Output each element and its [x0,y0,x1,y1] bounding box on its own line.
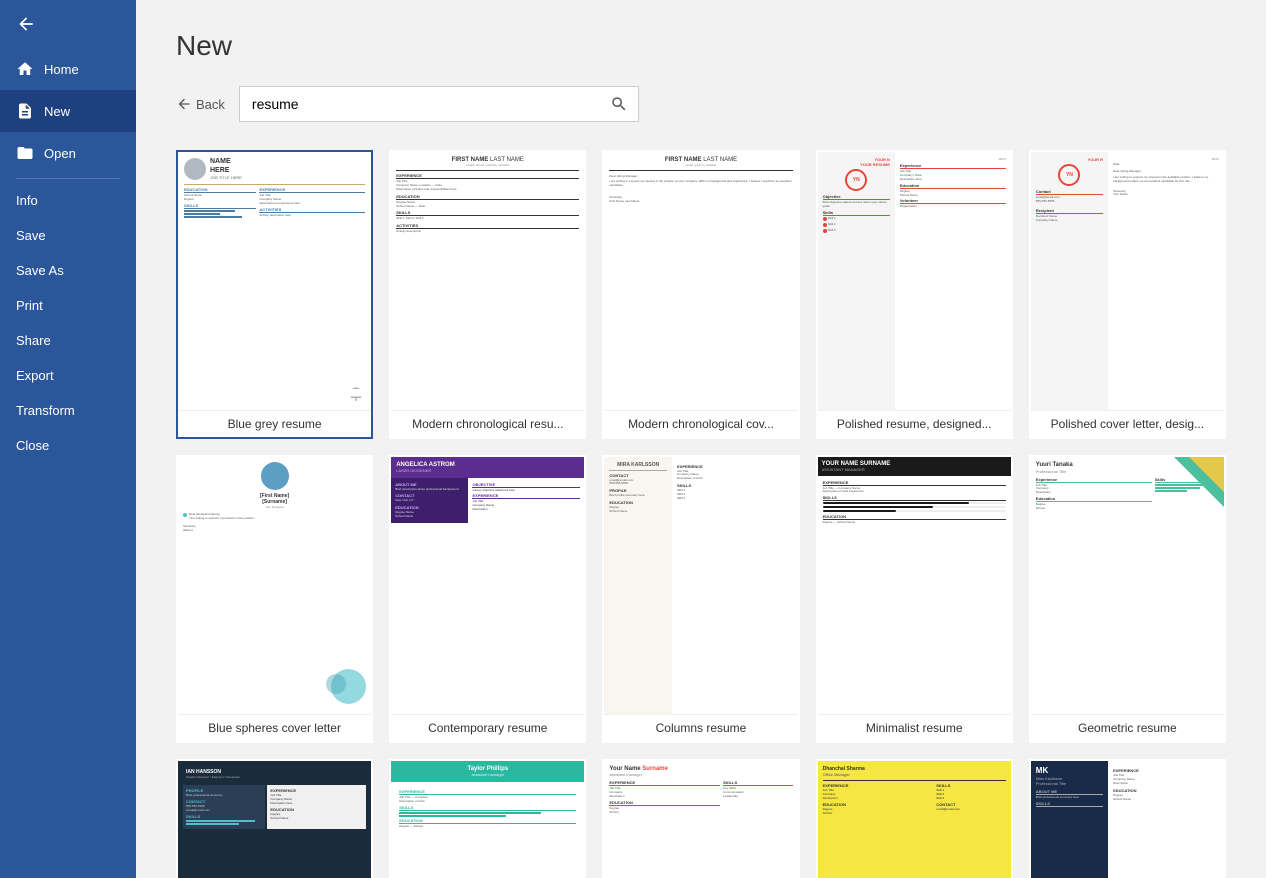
sidebar-item-open-label: Open [44,146,76,161]
template-card-modern-initials-resume[interactable]: MK Miss KaclissonProfessional Title Abou… [1029,759,1226,878]
template-card-contemporary-resume[interactable]: ANGELICA ASTROM LASER DESIGNER About Me … [389,455,586,744]
template-card-blue-grey-resume[interactable]: NAMEHERE JOB TITLE HERE Education School… [176,150,373,439]
template-card-polished-cover[interactable]: YOUR R YN Contact email@email.com555-555… [1029,150,1226,439]
pin-icon [347,386,365,404]
template-label-blue-spheres-cover: Blue spheres cover letter [178,714,371,741]
search-button[interactable] [600,87,638,121]
template-label-blue-grey-resume: Blue grey resume [178,410,371,437]
template-card-clean-elegant-resume[interactable]: Taylor Phillips assistant manager Experi… [389,759,586,878]
template-card-blue-spheres-cover[interactable]: [First Name][Surname] Your Designer Dear… [176,455,373,744]
sidebar-item-save-as[interactable]: Save As [0,253,136,288]
sidebar-item-print[interactable]: Print [0,288,136,323]
back-link[interactable]: Back [176,96,225,112]
sidebar-item-home[interactable]: Home [0,48,136,90]
search-input-wrap [239,86,639,122]
template-label-geometric-resume: Geometric resume [1031,714,1224,741]
sidebar-item-save[interactable]: Save [0,218,136,253]
sidebar-item-open[interactable]: Open [0,132,136,174]
sidebar-item-close[interactable]: Close [0,428,136,463]
sidebar-item-home-label: Home [44,62,79,77]
page-title: New [176,30,1226,62]
template-label-polished-cover: Polished cover letter, desig... [1031,410,1224,437]
sidebar: Home New Open Info Save Save As Print Sh… [0,0,136,878]
template-label-modern-chron-resume: Modern chronological resu... [391,410,584,437]
open-icon [16,144,34,162]
template-card-basic-modern-resume[interactable]: Your Name Surname assistant manager Expe… [602,759,799,878]
template-card-polished-resume[interactable]: YOUR NYOUR RESUME YN Objective Brief obj… [816,150,1013,439]
back-link-arrow-icon [176,96,192,112]
template-card-swiss-design-resume[interactable]: Dhanchal Sharma Office Manager Experienc… [816,759,1013,878]
search-bar: Back [176,86,1226,122]
sidebar-item-transform[interactable]: Transform [0,393,136,428]
template-card-minimalist-resume[interactable]: YOUR NAME SURNAME ASSISTANT MANAGER Expe… [816,455,1013,744]
template-label-polished-resume: Polished resume, designed... [818,410,1011,437]
template-label-contemporary-resume: Contemporary resume [391,714,584,741]
sidebar-item-info[interactable]: Info [0,183,136,218]
new-icon [16,102,34,120]
back-link-label: Back [196,97,225,112]
template-label-minimalist-resume: Minimalist resume [818,714,1011,741]
template-label-modern-chron-cover: Modern chronological cov... [604,410,797,437]
sidebar-item-new[interactable]: New [0,90,136,132]
template-card-geometric-resume[interactable]: Yuuri Tanaka Professional Title Experien… [1029,455,1226,744]
sidebar-divider [16,178,120,179]
search-icon [610,95,628,113]
back-to-doc-button[interactable] [0,0,136,48]
template-card-color-block-resume[interactable]: IAN HANSSON Graphic Designer / Engineer … [176,759,373,878]
template-label-columns-resume: Columns resume [604,714,797,741]
search-input[interactable] [240,88,600,120]
template-card-columns-resume[interactable]: MIRA KARLSSON Contact email@email.com555… [602,455,799,744]
home-icon [16,60,34,78]
main-content: New Back NAMEHERE JOB TITLE HERE [136,0,1266,878]
sidebar-item-new-label: New [44,104,70,119]
sidebar-item-share[interactable]: Share [0,323,136,358]
template-card-modern-chron-cover[interactable]: FIRST NAME LAST NAME email | phone | web… [602,150,799,439]
template-card-modern-chron-resume[interactable]: FIRST NAME LAST NAME email | phone | web… [389,150,586,439]
template-grid: NAMEHERE JOB TITLE HERE Education School… [176,150,1226,878]
back-arrow-icon [16,14,36,34]
sidebar-item-export[interactable]: Export [0,358,136,393]
